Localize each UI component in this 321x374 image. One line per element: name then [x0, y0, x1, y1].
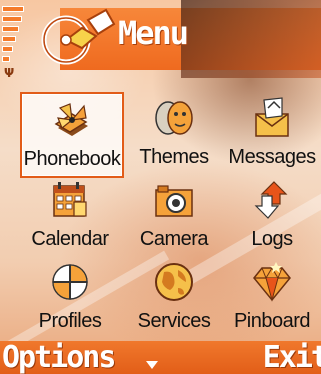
- antenna-icon: Ψ: [4, 66, 15, 80]
- camera-icon: [155, 185, 193, 217]
- logs-icon: [254, 181, 288, 219]
- menu-item-label: Profiles: [38, 310, 102, 332]
- exit-softkey[interactable]: Exit: [263, 340, 321, 374]
- phonebook-icon: [54, 103, 88, 136]
- menu-item-calendar[interactable]: Calendar: [20, 174, 120, 256]
- menu-item-label: Pinboard: [233, 310, 311, 332]
- menu-item-themes[interactable]: Themes: [124, 92, 224, 174]
- menu-item-profiles[interactable]: Profiles: [20, 256, 120, 338]
- menu-logo-icon: [41, 8, 116, 65]
- menu-item-label: Services: [137, 310, 211, 332]
- page-title: Menu: [118, 14, 189, 52]
- header-wallpaper: [181, 0, 321, 78]
- signal-strength-icon: Ψ: [2, 2, 28, 80]
- menu-item-messages[interactable]: Messages: [222, 92, 321, 174]
- menu-item-label: Themes: [139, 146, 209, 168]
- profiles-icon: [52, 264, 88, 300]
- phone-screen: Ψ Menu Phonebook Themes Messages Calenda…: [0, 0, 321, 374]
- menu-item-label: Messages: [228, 146, 316, 168]
- services-icon: [155, 263, 193, 301]
- themes-icon: [155, 101, 193, 135]
- softkey-bar: Options Exit: [0, 340, 321, 374]
- calendar-icon: [53, 182, 87, 217]
- menu-item-label: Calendar: [31, 228, 109, 250]
- scroll-down-icon: [146, 361, 158, 369]
- menu-item-services[interactable]: Services: [124, 256, 224, 338]
- options-softkey[interactable]: Options: [2, 340, 116, 374]
- header: Ψ Menu: [0, 0, 321, 84]
- menu-item-camera[interactable]: Camera: [124, 174, 224, 256]
- pinboard-icon: [253, 262, 291, 302]
- menu-item-pinboard[interactable]: Pinboard: [222, 256, 321, 338]
- messages-icon: [255, 97, 289, 137]
- menu-grid: Phonebook Themes Messages Calendar Camer…: [0, 92, 321, 340]
- menu-item-label: Camera: [139, 228, 209, 250]
- menu-item-logs[interactable]: Logs: [222, 174, 321, 256]
- menu-item-label: Phonebook: [23, 148, 121, 170]
- menu-item-phonebook[interactable]: Phonebook: [20, 92, 124, 178]
- menu-item-label: Logs: [251, 228, 293, 250]
